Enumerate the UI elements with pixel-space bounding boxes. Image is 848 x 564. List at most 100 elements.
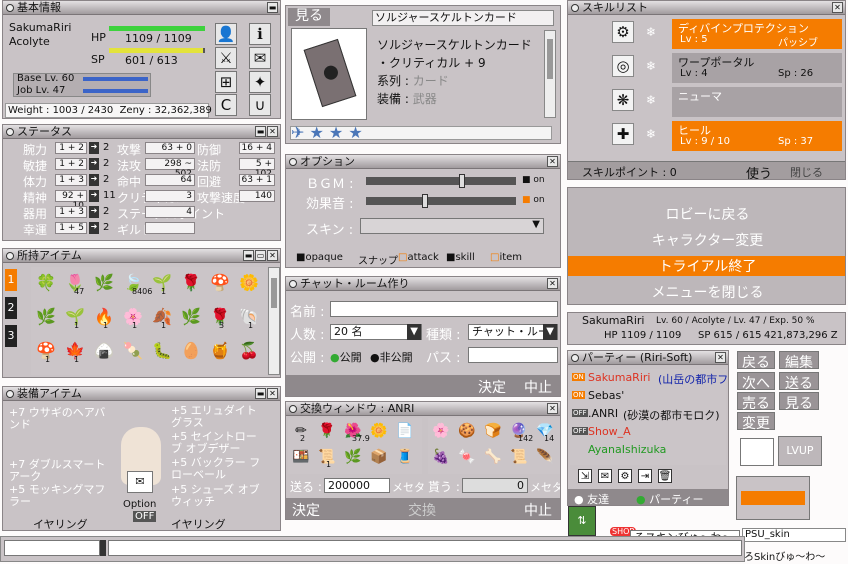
map-shortcut-icon[interactable]: ⊞: [215, 71, 237, 93]
chat-private-radio[interactable]: ●非公開: [370, 349, 413, 365]
minimize-button[interactable]: ▬: [267, 2, 278, 13]
opaque-checkbox[interactable]: ■opaque: [296, 252, 343, 263]
option-off-toggle[interactable]: OFF: [133, 511, 157, 522]
party-member-name[interactable]: AyanaIshizuka: [588, 443, 666, 456]
chat-ok-button[interactable]: 決定: [478, 377, 506, 396]
trade-item-icon[interactable]: 🍇: [430, 446, 452, 468]
stat-plus-button[interactable]: ➜: [89, 142, 99, 154]
minimize-button[interactable]: ▬: [255, 126, 266, 137]
option-shortcut-icon[interactable]: C: [215, 94, 237, 116]
trade-item-icon[interactable]: 📦: [368, 446, 390, 468]
equip-armor[interactable]: +5 セイントローブ オブデザー: [171, 431, 261, 455]
trade-item-icon[interactable]: 🍱: [290, 446, 312, 468]
trade-item-icon[interactable]: 📜: [508, 446, 530, 468]
inventory-tab-3[interactable]: 3: [5, 325, 17, 347]
trade-titlebar[interactable]: 交換ウィンドウ : ANRI ✕: [286, 402, 560, 416]
trade-exchange-button[interactable]: 交換: [408, 500, 436, 519]
inventory-tab-2[interactable]: 2: [5, 297, 17, 319]
party-titlebar[interactable]: パーティー (Riri-Soft) ✕: [568, 351, 728, 365]
party-member-name[interactable]: Sebas': [588, 389, 624, 402]
close-icon[interactable]: ✕: [267, 126, 278, 137]
menu-item[interactable]: メニューを閉じる: [568, 282, 845, 302]
trade-item-icon[interactable]: 🌸: [430, 420, 452, 442]
equip-accessory-left[interactable]: イヤリング: [33, 516, 88, 530]
chat-cancel-button[interactable]: 中止: [524, 377, 552, 396]
close-icon[interactable]: ✕: [547, 403, 558, 414]
inventory-item-icon[interactable]: 🍡: [122, 339, 144, 361]
party-member-name[interactable]: SakumaRiri: [588, 371, 650, 384]
party-member-name[interactable]: .ANRI: [588, 407, 618, 420]
trade-item-icon[interactable]: 🪶: [534, 446, 556, 468]
trade-item-icon[interactable]: 🧵: [394, 446, 416, 468]
inventory-item-icon[interactable]: 🍯: [209, 339, 231, 361]
inventory-item-icon[interactable]: 🌹: [180, 271, 202, 293]
stat-plus-button[interactable]: ➜: [89, 158, 99, 170]
card-scrollbar[interactable]: [544, 30, 556, 118]
chat-name-input[interactable]: [330, 301, 558, 317]
status-titlebar[interactable]: ステータス ▬ ✕: [3, 125, 280, 139]
stat-plus-button[interactable]: ➜: [89, 206, 99, 218]
trade-cancel-button[interactable]: 中止: [524, 500, 552, 519]
party-chat-icon[interactable]: ✉: [598, 469, 612, 483]
inventory-item-icon[interactable]: 🌿: [93, 271, 115, 293]
trade-ok-button[interactable]: 決定: [292, 500, 320, 519]
close-icon[interactable]: ✕: [267, 250, 278, 261]
trade-item-icon[interactable]: 🌼: [368, 420, 390, 442]
resize-button[interactable]: ▭: [255, 250, 266, 261]
minimize-button[interactable]: ▬: [255, 388, 266, 399]
skin-select[interactable]: ▼: [360, 218, 544, 234]
lvup-button[interactable]: LVUP: [778, 436, 822, 466]
trade-item-icon[interactable]: 🍪: [456, 420, 478, 442]
se-slider[interactable]: [366, 194, 516, 208]
skill-use-button[interactable]: 使う: [746, 163, 772, 179]
menu-item[interactable]: キャラクター変更: [568, 230, 845, 250]
stat-plus-button[interactable]: ➜: [89, 222, 99, 234]
equip-weapon[interactable]: +7 ダブルスマートアーク: [9, 459, 109, 483]
option-titlebar[interactable]: オプション ✕: [286, 155, 560, 169]
mail-shortcut-icon[interactable]: ✉: [249, 47, 271, 69]
side-blank-button[interactable]: [740, 438, 774, 466]
equip-accessory-right[interactable]: イヤリング: [171, 516, 226, 530]
side-next-button[interactable]: 次へ: [737, 372, 775, 392]
party-member-name[interactable]: Show_A: [588, 425, 631, 438]
inventory-item-icon[interactable]: 🥚: [180, 339, 202, 361]
stat-plus-button[interactable]: ➜: [89, 190, 99, 202]
inventory-item-icon[interactable]: 🍀: [35, 271, 57, 293]
side-sell-button[interactable]: 売る: [737, 392, 775, 412]
menu-item[interactable]: トライアル終了: [568, 256, 845, 276]
skill-up-icon[interactable]: ❄: [642, 91, 660, 109]
equip-shield[interactable]: +5 バックラー フローベール: [171, 457, 261, 481]
equip-shortcut-icon[interactable]: ⚔: [215, 47, 237, 69]
side-change-button[interactable]: 変更: [737, 412, 775, 432]
side-edit-button[interactable]: 編集: [779, 351, 819, 371]
skill-up-icon[interactable]: ❄: [642, 57, 660, 75]
side-look-button[interactable]: 見る: [779, 392, 819, 412]
equipment-titlebar[interactable]: 装備アイテム ▬ ✕: [3, 387, 280, 401]
minimap-icon[interactable]: ⇅: [568, 506, 596, 536]
close-icon[interactable]: ✕: [832, 2, 843, 13]
equip-shoes[interactable]: +5 シューズ オブ ウィッチ: [171, 484, 261, 508]
inventory-tab-1[interactable]: 1: [5, 269, 17, 291]
stat-plus-button[interactable]: ➜: [89, 174, 99, 186]
inventory-scrollbar[interactable]: [268, 267, 280, 375]
skill-wing-icon[interactable]: ❋: [612, 89, 634, 111]
inventory-item-icon[interactable]: 🍄: [209, 271, 231, 293]
basic-info-titlebar[interactable]: 基本情報 ▬: [3, 1, 280, 15]
equip-head[interactable]: +7 ウサギのヘアバンド: [9, 407, 109, 431]
trade-item-icon[interactable]: 🍞: [482, 420, 504, 442]
party-shortcut-icon[interactable]: ∪: [249, 94, 271, 116]
minimize-button[interactable]: ▬: [243, 250, 254, 261]
bgm-slider[interactable]: [366, 174, 516, 188]
inventory-item-icon[interactable]: 🍒: [238, 339, 260, 361]
se-on-toggle[interactable]: ■ on: [522, 195, 545, 205]
chat-public-radio[interactable]: ●公開: [330, 349, 362, 365]
inventory-item-icon[interactable]: 🐛: [151, 339, 173, 361]
attack-checkbox[interactable]: □attack: [398, 252, 439, 263]
trade-item-icon[interactable]: 🌿: [342, 446, 364, 468]
chat-pass-input[interactable]: [468, 347, 558, 363]
inventory-item-icon[interactable]: 🌿: [180, 305, 202, 327]
close-icon[interactable]: ✕: [267, 388, 278, 399]
skill-up-icon[interactable]: ❄: [642, 23, 660, 41]
status-shortcut-icon[interactable]: 👤: [215, 23, 237, 45]
info-shortcut-icon[interactable]: ℹ: [249, 23, 271, 45]
